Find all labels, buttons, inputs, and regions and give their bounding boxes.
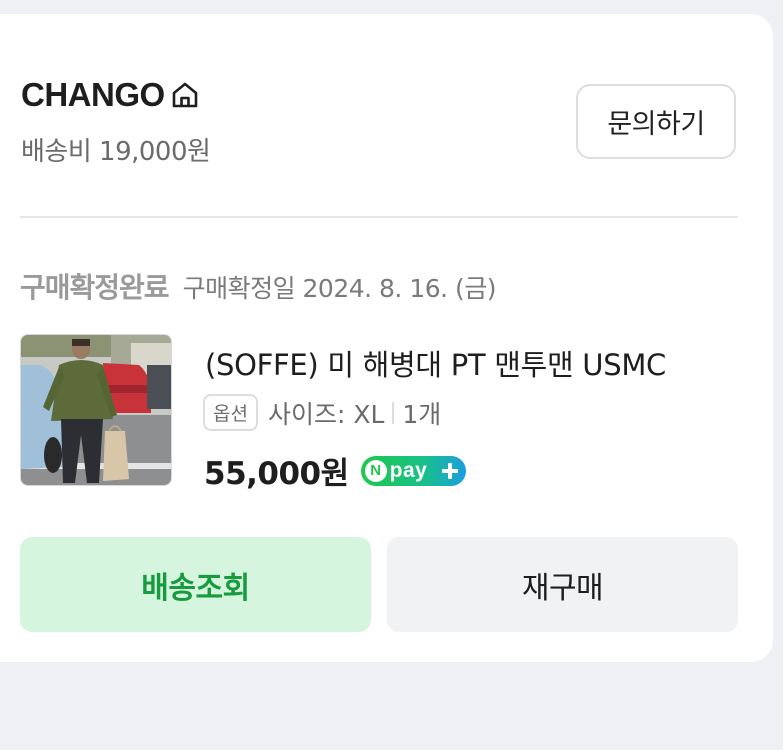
option-badge: 옵션 <box>203 394 258 431</box>
option-row: 옵션 사이즈: XL 1개 <box>203 394 441 431</box>
npay-n-icon: N <box>364 459 387 482</box>
store-name[interactable]: CHANGO <box>21 76 165 114</box>
divider <box>20 216 738 218</box>
product-thumbnail[interactable] <box>20 334 172 486</box>
product-name[interactable]: (SOFFE) 미 해병대 PT 맨투맨 USMC <box>205 342 735 384</box>
home-icon[interactable] <box>169 79 201 111</box>
store-header[interactable]: CHANGO <box>21 76 201 114</box>
shipping-fee: 배송비 19,000원 <box>21 137 211 167</box>
npay-plus-badge: N pay <box>360 455 466 486</box>
order-status: 구매확정완료 <box>20 271 170 304</box>
npay-text: pay <box>389 458 428 482</box>
option-quantity: 1개 <box>402 399 442 429</box>
order-status-row: 구매확정완료 구매확정일 2024. 8. 16. (금) <box>20 266 497 306</box>
confirm-date: 구매확정일 2024. 8. 16. (금) <box>182 274 497 303</box>
price: 55,000원 <box>204 456 349 492</box>
plus-icon <box>439 460 461 482</box>
inquiry-button[interactable]: 문의하기 <box>576 84 736 159</box>
order-card: CHANGO 배송비 19,000원 문의하기 구매확정완료 구매확정일 202… <box>0 14 773 662</box>
price-row: 55,000원 N pay <box>204 448 466 493</box>
track-shipping-button[interactable]: 배송조회 <box>20 537 371 632</box>
option-separator <box>392 401 395 424</box>
rebuy-button[interactable]: 재구매 <box>387 537 738 632</box>
option-size: 사이즈: XL <box>267 399 385 429</box>
